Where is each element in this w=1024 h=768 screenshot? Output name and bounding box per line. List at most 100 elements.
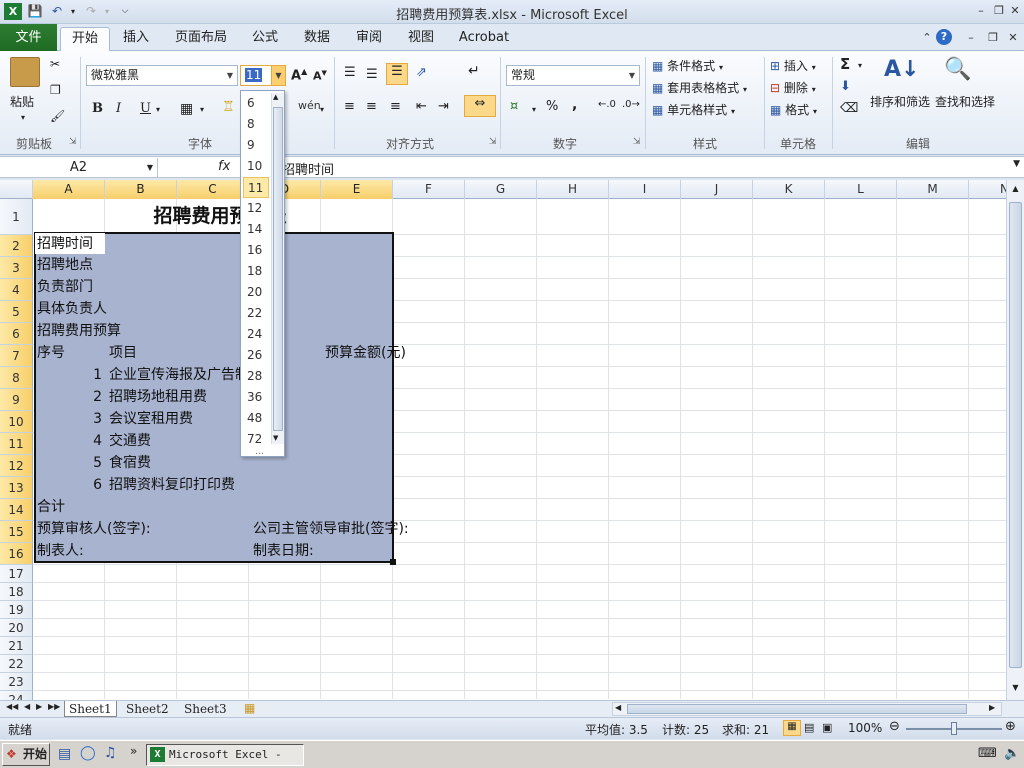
insert-function-button[interactable]: fx — [218, 159, 230, 174]
cell-a13[interactable]: 6 — [84, 474, 102, 496]
percent-button[interactable]: % — [546, 99, 558, 114]
text-orientation-icon[interactable]: ⇗ — [416, 65, 427, 80]
resize-grip-icon[interactable]: … — [255, 447, 264, 457]
tab-review[interactable]: 审阅 — [350, 27, 388, 51]
scroll-down-icon[interactable]: ▼ — [1008, 683, 1023, 695]
paste-dropdown-icon[interactable]: ▾ — [21, 113, 25, 122]
font-size-option[interactable]: 18 — [243, 261, 269, 282]
scroll-left-icon[interactable]: ◀ — [615, 703, 621, 712]
merge-center-button[interactable]: ⇔ — [464, 95, 496, 117]
collapse-ribbon-icon[interactable]: ⌃ — [918, 30, 936, 46]
cell-a16[interactable]: 制表人: — [37, 540, 84, 562]
underline-button[interactable]: U — [140, 101, 151, 116]
column-header[interactable]: L — [825, 180, 897, 199]
tab-home[interactable]: 开始 — [60, 27, 110, 52]
start-button[interactable]: ❖ 开始 — [2, 743, 50, 766]
format-cells-button[interactable]: ▦ 格式 ▾ — [770, 101, 817, 118]
scroll-up-icon[interactable]: ▲ — [1008, 184, 1023, 196]
sheet-tab-3[interactable]: Sheet3 — [180, 701, 231, 717]
insert-sheet-icon[interactable]: ▦ — [244, 701, 255, 715]
row-header[interactable]: 7 — [0, 345, 33, 367]
prev-sheet-icon[interactable]: ◀ — [24, 702, 30, 711]
doc-restore-icon[interactable]: ❐ — [984, 30, 1002, 46]
italic-button[interactable]: I — [116, 101, 121, 116]
chevron-down-icon[interactable]: ▼ — [625, 66, 639, 85]
row-header[interactable]: 8 — [0, 367, 33, 389]
align-center-icon[interactable]: ≡ — [366, 99, 377, 114]
row-header[interactable]: 12 — [0, 455, 33, 477]
media-icon[interactable]: ♫ — [104, 745, 117, 761]
fill-handle[interactable] — [390, 559, 396, 565]
more-apps-icon[interactable]: » — [130, 744, 137, 758]
page-layout-view-icon[interactable]: ▤ — [804, 721, 814, 734]
cell-d16[interactable]: 制表日期: — [253, 540, 314, 562]
column-header[interactable]: C — [177, 180, 249, 199]
font-size-option[interactable]: 14 — [243, 219, 269, 240]
autosum-button[interactable]: Σ — [840, 55, 850, 73]
decrease-indent-icon[interactable]: ⇤ — [416, 99, 427, 114]
row-header[interactable]: 2 — [0, 235, 33, 257]
cell-a7[interactable]: 序号 — [37, 342, 65, 364]
cell-b10[interactable]: 会议室租用费 — [109, 408, 193, 430]
cell-a5[interactable]: 具体负责人 — [37, 298, 107, 320]
sort-filter-icon[interactable]: A↓ — [884, 57, 919, 82]
paste-icon[interactable] — [10, 57, 40, 87]
cell-a10[interactable]: 3 — [84, 408, 102, 430]
show-desktop-icon[interactable]: ▤ — [58, 746, 71, 762]
name-box[interactable]: A2 ▼ — [0, 158, 158, 177]
font-size-option[interactable]: 28 — [243, 366, 269, 387]
font-size-option[interactable]: 48 — [243, 408, 269, 429]
align-top-icon[interactable]: ☰ — [344, 65, 356, 80]
cell-b9[interactable]: 招聘场地租用费 — [109, 386, 207, 408]
align-bottom-icon[interactable]: ☰ — [386, 63, 408, 85]
autosum-dropdown-icon[interactable]: ▾ — [858, 61, 862, 70]
cell-b12[interactable]: 食宿费 — [109, 452, 151, 474]
paste-button[interactable]: 粘贴 — [10, 93, 34, 110]
dropdown-scroll-thumb[interactable] — [273, 107, 283, 431]
row-header[interactable]: 15 — [0, 521, 33, 543]
column-header[interactable]: N — [969, 180, 1006, 199]
increase-decimal-icon[interactable]: ←.0 — [598, 99, 616, 110]
font-size-option[interactable]: 16 — [243, 240, 269, 261]
fill-icon[interactable]: ⬇ — [840, 79, 851, 94]
tab-page-layout[interactable]: 页面布局 — [170, 27, 232, 51]
tab-formulas[interactable]: 公式 — [246, 27, 284, 51]
insert-cells-button[interactable]: ⊞ 插入 ▾ — [770, 57, 816, 74]
help-icon[interactable]: ? — [936, 29, 952, 45]
font-size-option[interactable]: 12 — [243, 198, 269, 219]
tab-data[interactable]: 数据 — [298, 27, 336, 51]
font-size-option[interactable]: 26 — [243, 345, 269, 366]
doc-close-icon[interactable]: ✕ — [1004, 30, 1022, 46]
phonetic-button[interactable]: wén — [298, 99, 321, 112]
page-break-view-icon[interactable]: ▣ — [822, 721, 832, 734]
cut-icon[interactable]: ✂ — [50, 57, 60, 71]
font-size-option[interactable]: 8 — [243, 114, 269, 135]
horizontal-scrollbar[interactable]: ◀ ▶ — [612, 702, 1002, 716]
cell-a6[interactable]: 招聘费用预算 — [37, 320, 121, 342]
column-header[interactable]: K — [753, 180, 825, 199]
row-header[interactable]: 13 — [0, 477, 33, 499]
cell-d15[interactable]: 公司主管领导审批(签字): — [253, 518, 409, 540]
font-size-dropdown[interactable]: 6 8 9 10 11 12 14 16 18 20 22 24 26 28 36 48 72 ▲ ▼ … — [240, 90, 285, 457]
scroll-up-icon[interactable]: ▲ — [273, 93, 278, 101]
cell-b11[interactable]: 交通费 — [109, 430, 151, 452]
align-middle-icon[interactable]: ☰ — [366, 67, 378, 82]
minimize-icon[interactable]: – — [972, 3, 990, 19]
font-name-combo[interactable]: 微软雅黑 ▼ — [86, 65, 238, 86]
vertical-scrollbar[interactable]: ▲ ▼ — [1006, 180, 1024, 700]
row-header[interactable]: 20 — [0, 619, 33, 637]
cell-a15[interactable]: 预算审核人(签字): — [37, 518, 151, 540]
font-size-option[interactable]: 22 — [243, 303, 269, 324]
cell-a14[interactable]: 合计 — [37, 496, 65, 518]
scroll-down-icon[interactable]: ▼ — [273, 434, 278, 442]
tab-insert[interactable]: 插入 — [116, 27, 156, 51]
border-icon[interactable]: ▦ — [180, 101, 193, 117]
next-sheet-icon[interactable]: ▶ — [36, 702, 42, 711]
bold-button[interactable]: B — [92, 101, 103, 116]
cell-styles-button[interactable]: ▦ 单元格样式 ▾ — [652, 101, 735, 118]
font-size-option[interactable]: 36 — [243, 387, 269, 408]
number-format-combo[interactable]: 常规 ▼ — [506, 65, 640, 86]
scroll-right-icon[interactable]: ▶ — [989, 703, 995, 712]
zoom-in-icon[interactable]: ⊕ — [1005, 719, 1016, 734]
font-size-option[interactable]: 9 — [243, 135, 269, 156]
